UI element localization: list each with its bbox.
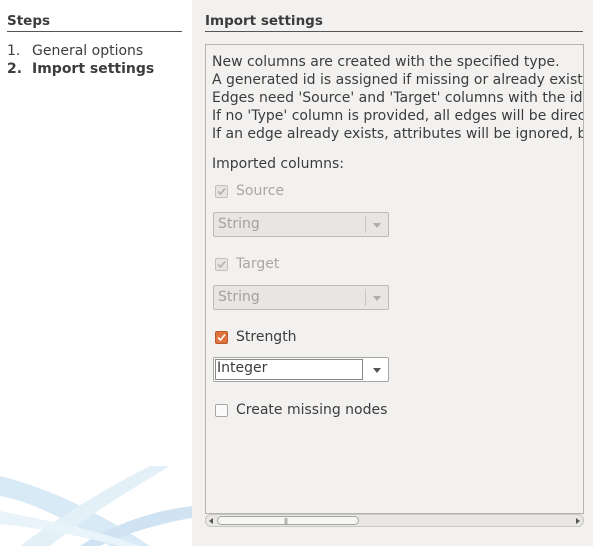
- scroll-right-icon[interactable]: [576, 518, 580, 524]
- chevron-down-icon: [373, 296, 381, 301]
- combo-separator: [365, 289, 366, 306]
- step-label: Import settings: [32, 61, 155, 77]
- description-line: A generated id is assigned if missing or…: [212, 72, 584, 88]
- create-missing-nodes-checkbox[interactable]: [215, 403, 228, 417]
- create-missing-nodes-row[interactable]: Create missing nodes: [215, 402, 387, 418]
- strength-type-value: Integer: [217, 360, 268, 376]
- source-type-combo[interactable]: String: [213, 212, 389, 237]
- steps-panel: Steps 1. General options 2. Import setting…: [0, 0, 192, 546]
- source-checkbox[interactable]: [215, 184, 228, 198]
- strength-checkbox-row[interactable]: Strength: [215, 329, 297, 345]
- source-checkbox-row[interactable]: Source: [215, 183, 284, 199]
- checkmark-icon: [217, 187, 226, 195]
- description-line: If no 'Type' column is provided, all edg…: [212, 108, 584, 124]
- target-checkbox-row[interactable]: Target: [215, 256, 279, 272]
- strength-type-combo[interactable]: Integer: [213, 357, 389, 382]
- target-checkbox-label: Target: [236, 256, 280, 272]
- chevron-down-icon: [373, 223, 381, 228]
- step-number: 1.: [7, 43, 21, 59]
- description-line: If an edge already exists, attributes wi…: [212, 126, 584, 142]
- imported-columns-label: Imported columns:: [212, 156, 344, 172]
- import-settings-title: Import settings: [205, 13, 583, 32]
- source-checkbox-label: Source: [236, 183, 285, 199]
- step-number: 2.: [7, 61, 23, 77]
- description-line: Edges need 'Source' and 'Target' columns…: [212, 90, 583, 106]
- grip-icon: |||: [284, 518, 288, 525]
- description-line: New columns are created with the specifi…: [212, 54, 560, 70]
- checkmark-icon: [217, 333, 226, 341]
- create-missing-nodes-label: Create missing nodes: [236, 402, 388, 418]
- strength-checkbox[interactable]: [215, 330, 228, 344]
- step-label: General options: [32, 43, 144, 59]
- chevron-down-icon[interactable]: [373, 368, 381, 373]
- scroll-left-icon[interactable]: [209, 518, 213, 524]
- step-general-options[interactable]: 1. General options: [7, 43, 143, 59]
- source-type-value: String: [218, 216, 260, 232]
- horizontal-scrollbar[interactable]: |||: [205, 514, 584, 527]
- scrollbar-thumb[interactable]: |||: [217, 516, 359, 525]
- target-type-value: String: [218, 289, 260, 305]
- strength-checkbox-label: Strength: [236, 329, 297, 345]
- steps-title: Steps: [7, 13, 182, 32]
- target-checkbox[interactable]: [215, 257, 228, 271]
- target-type-combo[interactable]: String: [213, 285, 389, 310]
- step-import-settings[interactable]: 2. Import settings: [7, 61, 154, 77]
- wizard-decoration-graphic: [0, 466, 192, 546]
- import-settings-panel: New columns are created with the specifi…: [205, 44, 584, 514]
- checkmark-icon: [217, 260, 226, 268]
- description-text: New columns are created with the specifi…: [212, 53, 584, 143]
- combo-separator: [365, 216, 366, 233]
